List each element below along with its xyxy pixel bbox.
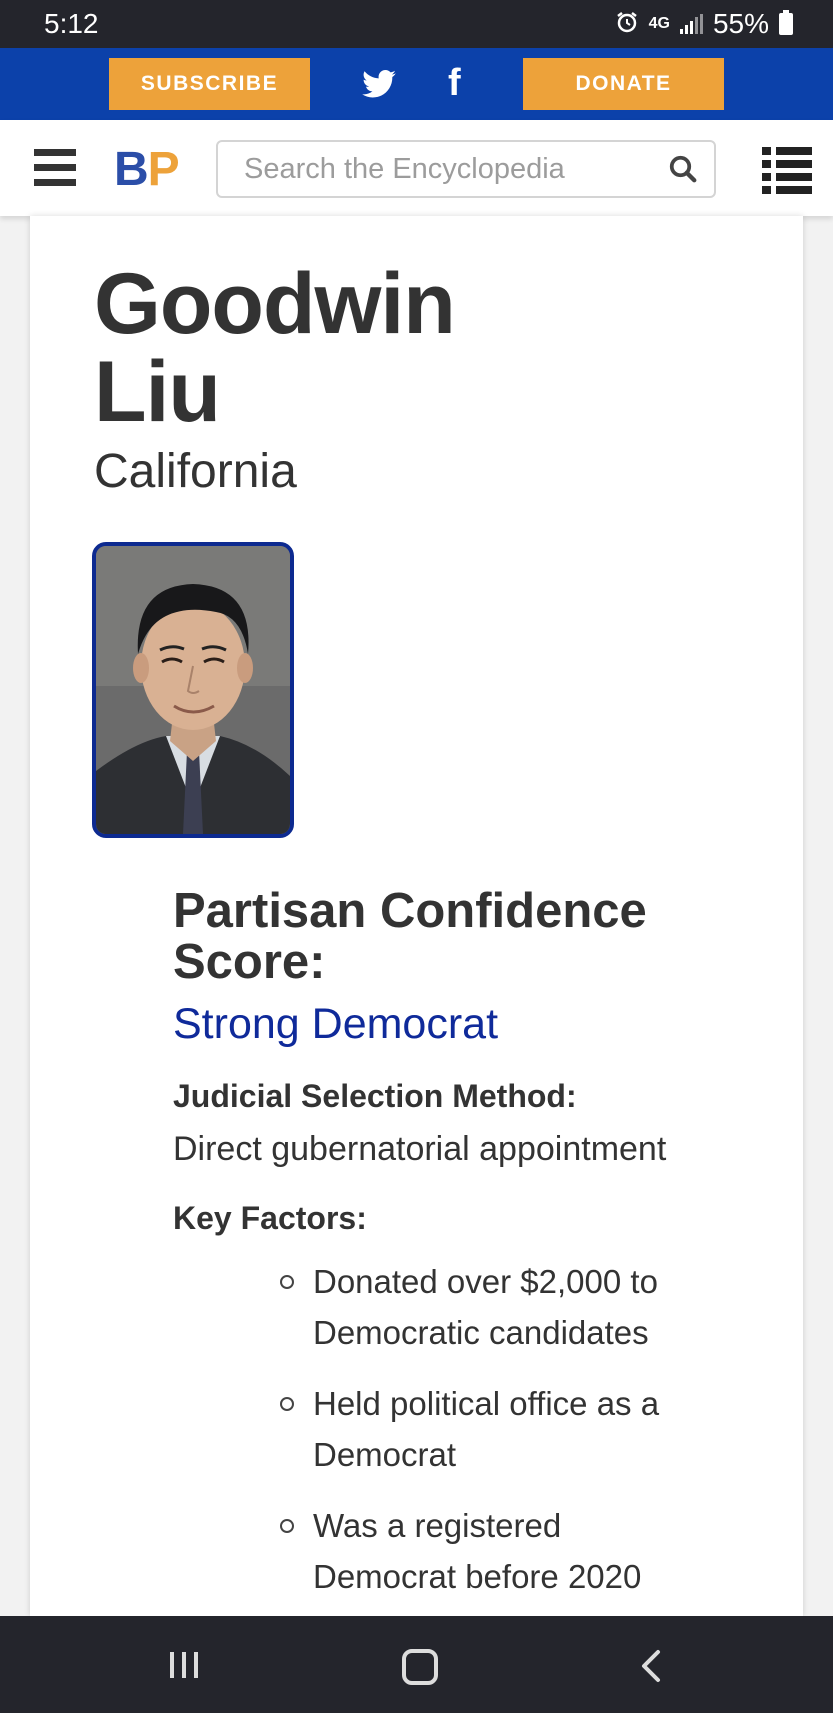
list-icon[interactable] [762,147,812,194]
site-logo[interactable]: BP [114,142,180,197]
selection-method-value: Direct gubernatorial appointment [173,1130,667,1168]
logo-letter-b: B [114,143,149,196]
key-factor-2-line-2: Democrat [313,1436,457,1473]
status-time: 5:12 [44,8,99,39]
bullet-icon [280,1275,294,1289]
key-factor-1-line-1: Donated over $2,000 to [313,1263,658,1300]
list-item: Was a registered Democrat before 2020 [280,1500,720,1602]
back-icon[interactable] [636,1646,666,1686]
profile-card: Goodwin Liu California Partisan Confiden… [30,216,803,1616]
donate-button[interactable]: DONATE [523,58,724,110]
facebook-icon[interactable]: f [448,62,461,105]
key-factor-1-line-2: Democratic candidates [313,1314,649,1351]
partisan-score-heading-line-2: Score: [173,935,326,989]
selection-method-label: Judicial Selection Method: [173,1078,577,1114]
system-nav-bar [0,1616,833,1713]
key-factor-3-line-2: Democrat before 2020 [313,1558,642,1595]
name-line-1: Goodwin [94,256,456,352]
social-bar: SUBSCRIBE f DONATE [0,48,833,120]
partisan-score-heading: Partisan Confidence Score: [173,886,647,988]
recent-apps-icon[interactable] [170,1652,198,1678]
key-factor-3-line-1: Was a registered [313,1507,562,1544]
search-box [216,140,716,198]
search-input[interactable] [242,151,668,187]
key-factors-list: Donated over $2,000 to Democratic candid… [280,1256,720,1622]
partisan-score-heading-line-1: Partisan Confidence [173,884,647,938]
alarm-icon [615,10,639,38]
twitter-icon[interactable] [362,70,396,98]
partisan-score-value: Strong Democrat [173,1000,499,1048]
portrait-photo [92,542,294,838]
subscribe-button[interactable]: SUBSCRIBE [109,58,310,110]
search-icon[interactable] [668,154,698,184]
hamburger-menu-icon[interactable] [34,149,76,189]
battery-percent: 55% [712,8,769,39]
logo-letter-p: P [147,143,180,196]
page-title: Goodwin Liu [94,260,456,436]
key-factor-2-line-1: Held political office as a [313,1385,660,1422]
network-4g-icon: 4G [648,15,670,32]
key-factors-label: Key Factors: [173,1200,367,1236]
state-label: California [94,445,297,498]
bullet-icon [280,1519,294,1533]
status-icons: 4G 55% [615,8,793,40]
site-header: BP [0,120,833,216]
list-item: Held political office as a Democrat [280,1378,720,1480]
bullet-icon [280,1397,294,1411]
name-line-2: Liu [94,344,221,440]
signal-icon [679,14,703,34]
battery-icon [779,10,793,35]
status-bar: 5:12 4G 55% [0,0,833,48]
home-icon[interactable] [402,1649,438,1685]
list-item: Donated over $2,000 to Democratic candid… [280,1256,720,1358]
